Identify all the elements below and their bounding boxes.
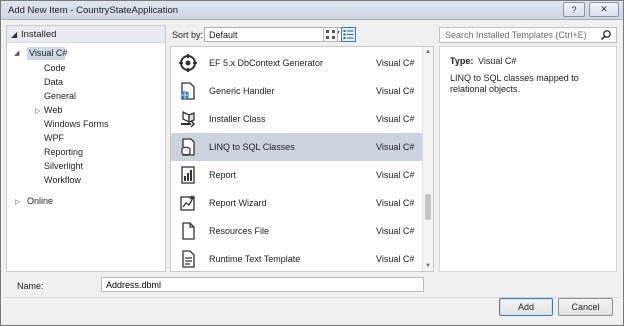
template-name: LINQ to SQL Classes (209, 142, 295, 152)
name-field[interactable] (101, 277, 424, 292)
sort-label: Sort by: (172, 30, 204, 40)
installed-header[interactable]: ◢ Installed (7, 26, 165, 43)
sort-value: Default (209, 30, 238, 40)
scroll-up-icon[interactable]: ▲ (425, 49, 431, 55)
tree-item-label: Visual C# (29, 48, 68, 58)
collapse-triangle-icon: ◢ (11, 30, 18, 39)
tree-item-web[interactable]: Web (44, 105, 62, 118)
tree-item-label: WPF (44, 133, 64, 143)
tree-item-label: Reporting (44, 147, 84, 157)
tree-item-label: Silverlight (44, 161, 84, 171)
tree-item-label: Windows Forms (44, 119, 109, 129)
small-icons-view-button[interactable] (323, 27, 338, 42)
template-name: Report Wizard (209, 198, 267, 208)
scrollbar-thumb[interactable] (425, 194, 431, 220)
template-language: Visual C# (376, 86, 415, 96)
template-name: Generic Handler (209, 86, 275, 96)
tree-item-silverlight[interactable]: Silverlight (44, 161, 83, 174)
type-value: Visual C# (478, 56, 517, 66)
template-language: Visual C# (376, 58, 415, 68)
template-list-scrollbar[interactable]: ▲ ▼ (422, 47, 433, 271)
template-row-generic-handler[interactable]: Generic Handler Visual C# (171, 77, 423, 105)
tree-item-label: Workflow (44, 175, 81, 185)
template-row-report[interactable]: Report Visual C# (171, 161, 423, 189)
close-button[interactable]: ✕ (589, 2, 619, 17)
ef-generator-icon (179, 54, 197, 72)
list-view-icon (343, 30, 354, 39)
search-box[interactable]: Search Installed Templates (Ctrl+E) (439, 27, 617, 43)
template-row-linq-to-sql[interactable]: LINQ to SQL Classes Visual C# (171, 133, 423, 161)
tree-item-general[interactable]: General (44, 91, 76, 104)
list-view-button[interactable] (341, 27, 356, 42)
tree-item-label: General (44, 91, 77, 101)
add-new-item-dialog: Add New Item - CountryStateApplication ?… (0, 0, 624, 326)
tree-item-code[interactable]: Code (44, 63, 66, 76)
template-row-report-wizard[interactable]: Report Wizard Visual C# (171, 189, 423, 217)
tree-item-workflow[interactable]: Workflow (44, 175, 81, 188)
search-placeholder: Search Installed Templates (Ctrl+E) (445, 30, 587, 40)
template-description: LINQ to SQL classes mapped to relational… (450, 73, 579, 94)
template-language: Visual C# (376, 254, 415, 264)
template-language: Visual C# (376, 198, 415, 208)
template-name: Resources File (209, 226, 270, 236)
add-button[interactable]: Add (499, 298, 553, 316)
grid-view-icon (326, 30, 335, 39)
installer-class-icon (181, 110, 196, 128)
resources-file-icon (182, 222, 195, 240)
template-language: Visual C# (376, 142, 415, 152)
type-label: Type: (450, 56, 474, 66)
tree-item-windows-forms[interactable]: Windows Forms (44, 119, 109, 132)
template-row-runtime-text-template[interactable]: Runtime Text Template Visual C# (171, 245, 423, 271)
text-template-icon (182, 250, 195, 268)
tree-item-reporting[interactable]: Reporting (44, 147, 83, 160)
search-icon[interactable] (600, 29, 612, 41)
tree-item-label: Data (44, 77, 64, 87)
template-name: Report (209, 170, 237, 180)
template-name: EF 5.x DbContext Generator (209, 58, 324, 68)
help-button[interactable]: ? (563, 2, 585, 17)
scroll-down-icon[interactable]: ▼ (425, 263, 431, 269)
tree-item-visual-csharp[interactable]: Visual C# (27, 47, 68, 60)
template-name: Installer Class (209, 114, 266, 124)
name-label: Name: (17, 281, 44, 291)
installed-label: Installed (21, 29, 57, 40)
tree-item-label: Code (44, 63, 66, 73)
tree-item-wpf[interactable]: WPF (44, 133, 64, 146)
report-wizard-icon (180, 195, 195, 211)
tree-item-online[interactable]: Online (27, 196, 53, 209)
dialog-content: ◢ Installed ◢ Visual C# Code Data Genera… (4, 22, 620, 322)
template-row-ef-generator[interactable]: EF 5.x DbContext Generator Visual C# (171, 49, 423, 77)
sort-bar: Sort by: Default ▼ (170, 26, 435, 44)
template-language: Visual C# (376, 114, 415, 124)
tree-item-data[interactable]: Data (44, 77, 63, 90)
title-bar: Add New Item - CountryStateApplication ?… (1, 1, 623, 20)
name-input[interactable] (102, 278, 423, 291)
template-name: Runtime Text Template (209, 254, 301, 264)
template-language: Visual C# (376, 226, 415, 236)
category-tree: ◢ Installed ◢ Visual C# Code Data Genera… (6, 25, 166, 272)
template-row-resources-file[interactable]: Resources File Visual C# (171, 217, 423, 245)
template-language: Visual C# (376, 170, 415, 180)
cancel-button[interactable]: Cancel (558, 298, 613, 316)
linq-to-sql-icon (181, 138, 195, 156)
expand-arrow-icon[interactable]: ◢ (14, 49, 19, 57)
report-icon (181, 166, 195, 184)
template-list: EF 5.x DbContext Generator Visual C# Gen… (170, 46, 434, 272)
template-row-installer-class[interactable]: Installer Class Visual C# (171, 105, 423, 133)
generic-handler-icon (181, 82, 195, 100)
window-title: Add New Item - CountryStateApplication (8, 5, 179, 16)
details-pane: Type: Visual C# LINQ to SQL classes mapp… (439, 46, 617, 272)
tree-item-label: Web (44, 105, 63, 115)
expand-arrow-icon[interactable]: ▷ (35, 107, 40, 115)
tree-item-label: Online (27, 196, 54, 206)
expand-arrow-icon[interactable]: ▷ (15, 198, 20, 206)
